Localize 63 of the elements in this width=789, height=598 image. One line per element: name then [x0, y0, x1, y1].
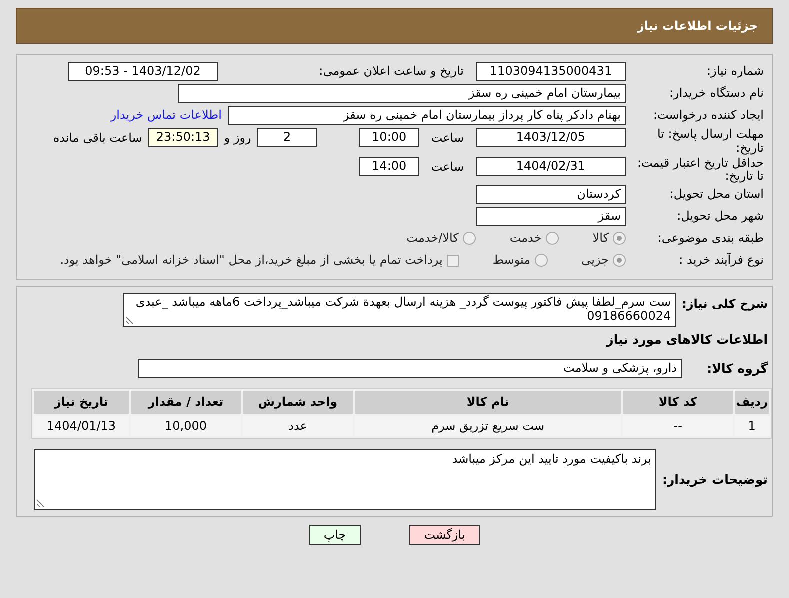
notes-text: برند باکیفیت مورد تایید این مرکز میباشد — [452, 452, 652, 466]
field-label: طبقه بندی موضوعی: — [656, 232, 765, 246]
table-cell: عدد — [243, 416, 353, 436]
page-title: جزئیات اطلاعات نیاز — [637, 18, 758, 34]
checkbox[interactable] — [446, 254, 459, 267]
table-cell: 10,000 — [131, 416, 241, 436]
table-cell: ست سریع تزریق سرم — [355, 416, 622, 436]
time-label: ساعت — [431, 130, 464, 147]
reply-deadline-date-field: 1403/12/05 — [476, 128, 626, 147]
radio-label: خدمت — [510, 231, 542, 246]
table-cell: 1404/01/13 — [34, 416, 129, 436]
field-label: مهلت ارسال پاسخ: تا تاریخ: — [656, 128, 765, 156]
column-header: تاریخ نیاز — [34, 390, 129, 414]
table-cell: 1 — [735, 416, 769, 436]
requester-field: بهنام دادکر پناه کار پرداز بیمارستان امام خمینی ره سقز — [228, 106, 626, 125]
price-validity-time-field: 14:00 — [359, 156, 420, 176]
description-text: ست سرم_لطفا پیش فاکتور پیوست گردد_ هزینه ارسال بعهدة شرکت میباشد_پرداخت 6ماهه میباشد _عبدی 09186660024 — [136, 295, 672, 323]
table-cell: -- — [623, 416, 734, 436]
radio-label: متوسط — [492, 253, 531, 268]
column-header: نام کالا — [355, 390, 622, 414]
days-label: روز و — [224, 130, 252, 147]
province-field: کردستان — [476, 185, 626, 204]
radio-label: کالا — [592, 231, 609, 246]
radio-button[interactable] — [613, 232, 626, 246]
days-field: 2 — [257, 128, 318, 147]
print-button[interactable]: چاپ — [308, 524, 362, 545]
field-label: ایجاد کننده درخواست: — [652, 108, 765, 122]
field-label: شرح کلی نیاز: — [682, 296, 769, 312]
field-label: شهر محل تحویل: — [676, 210, 765, 224]
column-header: واحد شمارش — [243, 390, 353, 414]
radio-button[interactable] — [613, 254, 626, 268]
remaining-label: ساعت باقی مانده — [53, 130, 142, 147]
remaining-time-field: 23:50:13 — [148, 128, 218, 147]
radio-label: جزیی — [582, 253, 609, 268]
section-title: اطلاعات کالاهای مورد نیاز — [605, 330, 769, 347]
city-field: سقز — [476, 207, 626, 226]
price-validity-date-field: 1404/02/31 — [476, 156, 626, 176]
radio-button[interactable] — [546, 232, 559, 246]
field-label: نام دستگاه خریدار: — [668, 86, 765, 100]
checkbox-label: پرداخت تمام یا بخشی از مبلغ خرید،از محل "اسناد خزانه اسلامی" خواهد بود. — [60, 253, 443, 268]
back-button[interactable]: بازگشت — [409, 524, 480, 545]
field-label: توضیحات خریدار: — [662, 472, 769, 487]
time-label: ساعت — [431, 158, 464, 176]
announce-date-field: 1403/12/02 - 09:53 — [68, 62, 218, 81]
resize-grip-icon[interactable] — [37, 498, 46, 507]
column-header: ردیف — [735, 390, 769, 414]
field-label: نوع فرآیند خرید : — [678, 254, 765, 268]
resize-grip-icon[interactable] — [126, 316, 134, 324]
field-label: تاریخ و ساعت اعلان عمومی: — [318, 64, 464, 79]
field-label: حداقل تاریخ اعتبار قیمت: تا تاریخ: — [636, 156, 765, 184]
radio-button[interactable] — [462, 232, 476, 246]
radio-label: کالا/خدمت — [406, 231, 459, 246]
column-header: کد کالا — [623, 390, 734, 414]
field-label: استان محل تحویل: — [668, 188, 765, 202]
column-header: تعداد / مقدار — [131, 390, 241, 414]
contact-link[interactable]: اطلاعات تماس خریدار — [110, 108, 222, 123]
field-label: شماره نیاز: — [706, 64, 765, 78]
field-label: گروه کالا: — [706, 360, 769, 376]
reply-deadline-time-field: 10:00 — [359, 128, 420, 147]
radio-button[interactable] — [534, 254, 548, 268]
need-number-field: 1103094135000431 — [476, 62, 626, 81]
goods-group-field: دارو، پزشکی و سلامت — [138, 358, 682, 378]
buyer-name-field: بیمارستان امام خمینی ره سقز — [178, 84, 626, 103]
